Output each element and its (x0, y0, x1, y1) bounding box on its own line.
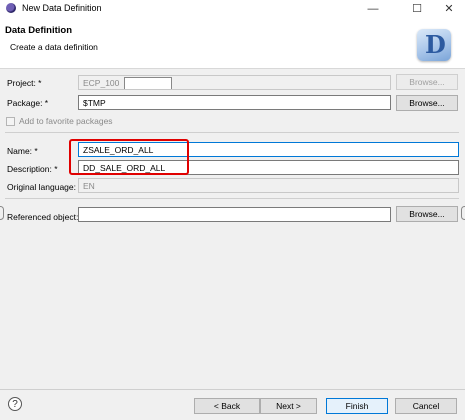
project-label: Project: * (7, 78, 42, 88)
help-icon[interactable]: ? (8, 397, 22, 411)
eclipse-icon (6, 3, 16, 13)
page-subtitle: Create a data definition (10, 42, 98, 52)
original-language-label: Original language: (7, 182, 76, 192)
finish-button[interactable]: Finish (326, 398, 388, 414)
description-input[interactable]: DD_SALE_ORD_ALL (78, 160, 459, 175)
right-sash-handle[interactable] (461, 206, 465, 220)
page-title: Data Definition (5, 25, 73, 36)
separator (5, 198, 459, 199)
next-button[interactable]: Next > (260, 398, 317, 414)
footer-separator (0, 389, 465, 390)
package-label: Package: * (7, 98, 49, 108)
separator (5, 132, 459, 133)
referenced-object-browse-button[interactable]: Browse... (396, 206, 458, 222)
close-button[interactable]: ✕ (432, 0, 465, 18)
project-field: ECP_100 (78, 75, 391, 90)
back-button[interactable]: < Back (194, 398, 260, 414)
project-browse-button[interactable]: Browse... (396, 74, 458, 90)
minimize-button[interactable]: — (356, 0, 390, 18)
package-input[interactable]: $TMP (78, 95, 391, 110)
redacted-block (123, 77, 172, 89)
window-title: New Data Definition (22, 3, 102, 13)
package-browse-button[interactable]: Browse... (396, 95, 458, 111)
referenced-object-label: Referenced object: (7, 212, 79, 222)
referenced-object-input[interactable] (78, 207, 391, 222)
favorite-checkbox[interactable] (6, 117, 15, 126)
name-input[interactable]: ZSALE_ORD_ALL (78, 142, 459, 157)
name-label: Name: * (7, 146, 38, 156)
project-value: ECP_100 (83, 78, 120, 88)
left-sash-handle[interactable] (0, 206, 4, 220)
description-label: Description: * (7, 164, 58, 174)
cancel-button[interactable]: Cancel (395, 398, 457, 414)
original-language-field: EN (78, 178, 459, 193)
logo-letter: D (425, 30, 446, 59)
favorite-label: Add to favorite packages (19, 116, 113, 126)
maximize-button[interactable]: ☐ (400, 0, 434, 18)
